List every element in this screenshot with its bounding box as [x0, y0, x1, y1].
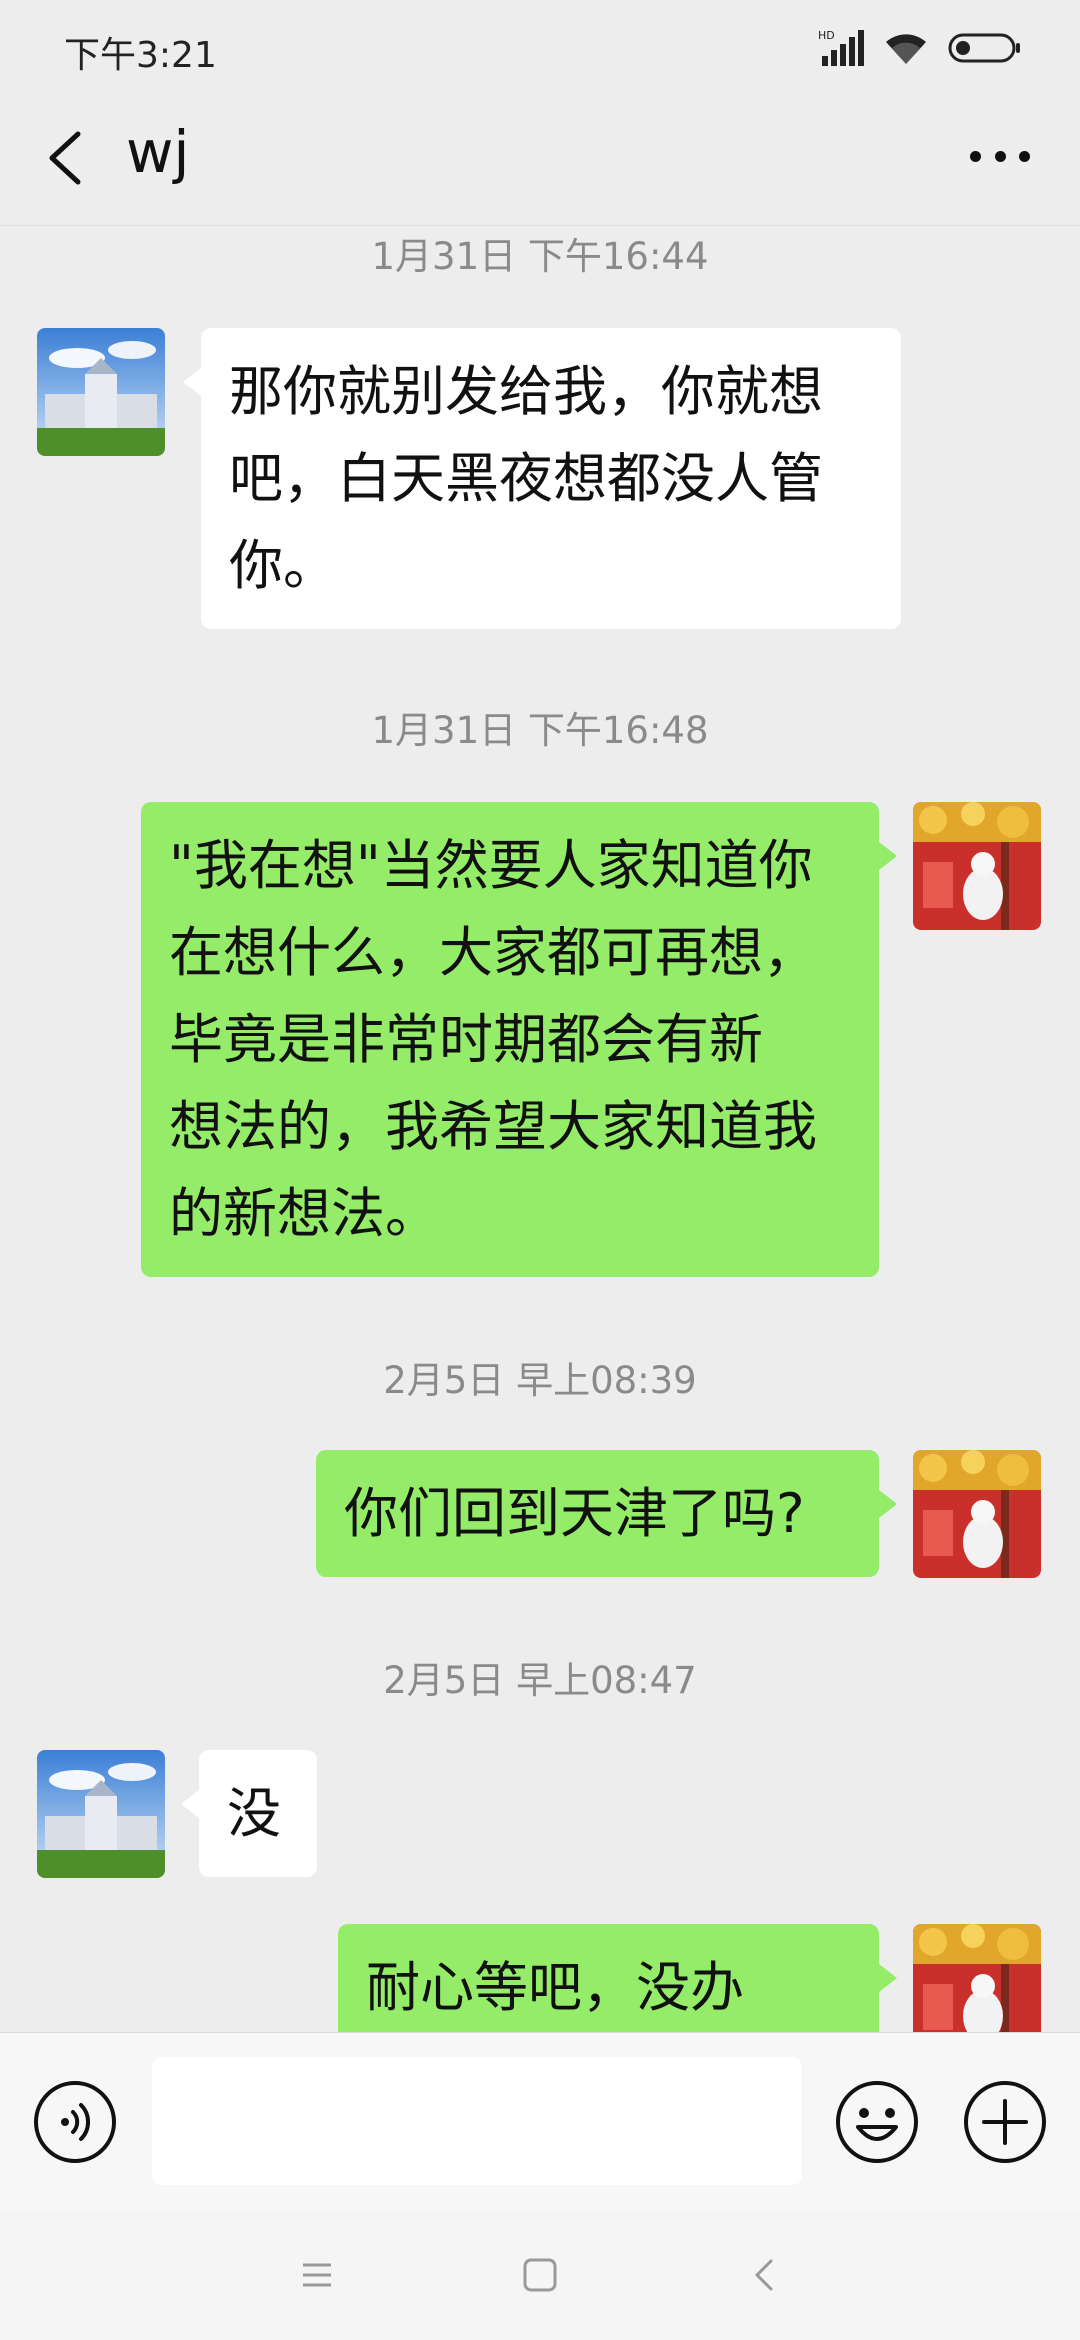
status-icons: HD — [818, 26, 1022, 70]
message-line: 吧，白天黑夜想都没人管 — [229, 447, 823, 510]
system-back-button[interactable] — [735, 2245, 795, 2305]
message-bubble-outgoing[interactable]: 你们回到天津了吗? — [316, 1450, 897, 1577]
more-functions-button[interactable] — [962, 2079, 1048, 2165]
timestamp: 2月5日 早上08:47 — [383, 1659, 697, 1702]
dot-icon — [970, 150, 981, 162]
message-input-bar — [0, 2032, 1080, 2210]
message-line: "我在想"当然要人家知道你 — [169, 834, 813, 897]
message-line: 没 — [227, 1782, 281, 1845]
message-line: 毕竟是非常时期都会有新 — [169, 1008, 763, 1071]
avatar-building-image — [37, 1750, 165, 1878]
message-line: 那你就别发给我，你就想 — [229, 360, 823, 423]
message-line: 你。 — [229, 534, 337, 597]
my-avatar[interactable] — [913, 802, 1041, 930]
message-line: 耐心等吧，没办法。 — [366, 1956, 744, 2019]
message-bubble-outgoing[interactable]: 耐心等吧，没办法。 — [338, 1924, 897, 2032]
message-text-input[interactable] — [152, 2057, 802, 2185]
timestamp: 1月31日 下午16:48 — [371, 709, 709, 752]
wifi-icon — [886, 34, 926, 64]
home-icon — [523, 2258, 557, 2292]
avatar-lantern-image — [913, 802, 1041, 930]
timestamp: 1月31日 下午16:44 — [371, 235, 709, 278]
avatar-building-image — [37, 328, 165, 456]
dot-icon — [1019, 150, 1030, 162]
chat-title: wj — [126, 118, 190, 186]
contact-avatar[interactable] — [37, 328, 165, 456]
back-button[interactable] — [38, 122, 98, 194]
message-line: 的新想法。 — [169, 1182, 439, 1245]
voice-input-button[interactable] — [32, 2079, 118, 2165]
message-bubble-incoming[interactable]: 没 — [181, 1750, 317, 1877]
avatar-lantern-image — [913, 1450, 1041, 1578]
message-line: 想法的，我希望大家知道我 — [169, 1095, 817, 1158]
emoji-icon — [836, 2081, 918, 2163]
my-avatar[interactable] — [913, 1924, 1041, 2032]
message-bubble-outgoing[interactable]: "我在想"当然要人家知道你 在想什么，大家都可再想， 毕竟是非常时期都会有新 想… — [141, 802, 897, 1277]
plus-icon — [964, 2081, 1046, 2163]
recent-apps-button[interactable] — [287, 2245, 347, 2305]
chat-header: wj — [0, 96, 1080, 226]
my-avatar[interactable] — [913, 1450, 1041, 1578]
message-line: 你们回到天津了吗? — [344, 1482, 805, 1545]
status-bar: 下午3:21 HD — [0, 0, 1080, 96]
voice-icon — [34, 2081, 116, 2163]
message-bubble-incoming[interactable]: 那你就别发给我，你就想 吧，白天黑夜想都没人管 你。 — [183, 328, 901, 629]
network-label: HD — [818, 29, 835, 42]
system-navigation-bar — [0, 2210, 1080, 2340]
chevron-left-icon — [49, 131, 81, 185]
contact-avatar[interactable] — [37, 1750, 165, 1878]
back-icon — [755, 2259, 773, 2291]
menu-icon — [303, 2263, 331, 2287]
dot-icon — [994, 150, 1006, 162]
home-button[interactable] — [510, 2245, 570, 2305]
avatar-lantern-image — [913, 1924, 1041, 2032]
battery-icon — [948, 33, 1020, 63]
more-options-button[interactable] — [960, 126, 1040, 186]
emoji-button[interactable] — [834, 2079, 920, 2165]
chat-message-list[interactable]: 1月31日 下午16:44 那你就别发给我，你就想 吧，白天黑夜想都没人管 你。… — [0, 226, 1080, 2032]
message-line: 在想什么，大家都可再想， — [169, 921, 817, 984]
signal-icon: HD — [818, 29, 864, 66]
timestamp: 2月5日 早上08:39 — [383, 1359, 697, 1402]
status-time: 下午3:21 — [64, 35, 217, 76]
